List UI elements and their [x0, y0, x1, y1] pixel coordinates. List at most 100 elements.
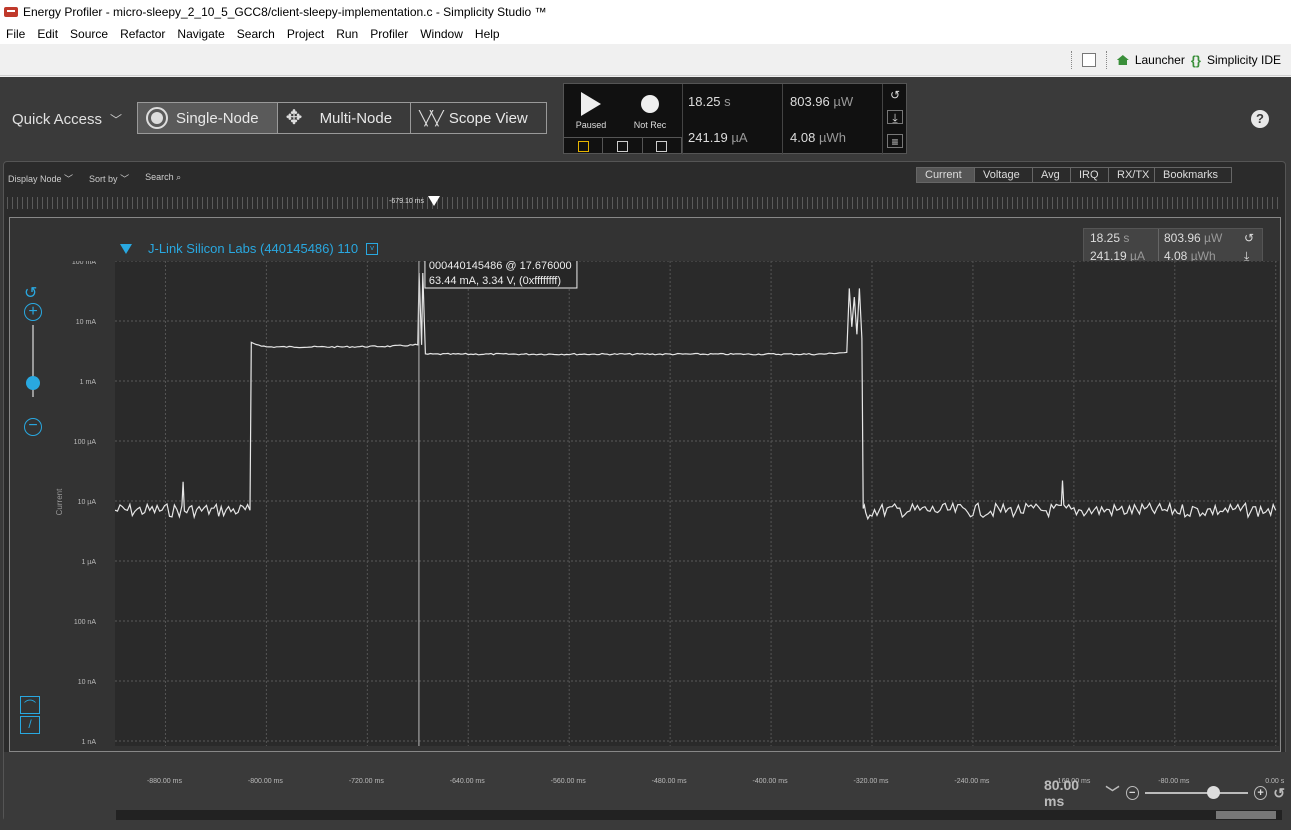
main-toolbar: Launcher {} Simplicity IDE [0, 44, 1291, 76]
reset-zoom-button[interactable]: ↺ [1273, 785, 1285, 802]
reset-zoom-icon[interactable]: ↺ [24, 283, 37, 303]
menu-profiler[interactable]: Profiler [364, 27, 414, 41]
node-name: J-Link Silicon Labs (440145486) 110 [148, 241, 359, 256]
sort-by-dropdown[interactable]: Sort by ﹀ [89, 172, 129, 185]
play-button[interactable]: Paused [574, 92, 608, 130]
zoom-out-button[interactable]: − [1125, 786, 1139, 800]
display-node-dropdown[interactable]: Display Node ﹀ [8, 172, 73, 185]
x-tick-label: -880.00 ms [147, 778, 183, 785]
menu-bar: File Edit Source Refactor Navigate Searc… [0, 24, 1291, 44]
zoom-slider-handle[interactable] [26, 376, 40, 390]
plot-frame: J-Link Silicon Labs (440145486) 110 ˅ 18… [9, 217, 1281, 752]
scope-view-label: Scope View [448, 109, 528, 127]
power-unit: µW [833, 94, 854, 109]
perspective-switcher: Launcher {} Simplicity IDE [1067, 51, 1281, 69]
menu-help[interactable]: Help [469, 27, 506, 41]
capture-control-panel: Paused Not Rec 18.25 s 241.19 µA 803.96 … [563, 83, 907, 155]
node-time: 18.25 s [1090, 231, 1129, 245]
trigger-fall-button[interactable] [642, 137, 682, 154]
current-plot[interactable]: 000440145486 @ 17.676000 63.44 mA, 3.34 V… [115, 261, 1279, 746]
search-button[interactable]: Search ⌕ [145, 172, 181, 185]
horizontal-scrollbar[interactable] [116, 810, 1282, 820]
menu-run[interactable]: Run [330, 27, 364, 41]
divider [682, 84, 683, 155]
tab-current[interactable]: Current [917, 168, 975, 182]
node-options-icon[interactable]: ˅ [366, 242, 379, 255]
horizontal-zoom: 80.00 ms ﹀ − + ↺ [1044, 777, 1285, 809]
toolbar-separator [1105, 51, 1107, 69]
menu-source[interactable]: Source [64, 27, 114, 41]
play-status: Paused [575, 120, 607, 130]
log-scale-icon[interactable]: ⌒ [20, 696, 40, 714]
trigger-rise-button[interactable] [603, 137, 643, 154]
x-tick-label: -480.00 ms [652, 778, 688, 785]
chevron-down-icon: ﹀ [110, 113, 123, 127]
trigger-rising-button[interactable] [564, 137, 604, 154]
divider [782, 84, 783, 155]
menu-navigate[interactable]: Navigate [171, 27, 230, 41]
filter-bar: Display Node ﹀ Sort by ﹀ Search ⌕ [8, 172, 181, 185]
quick-access-dropdown[interactable]: Quick Access ﹀ [12, 111, 122, 128]
x-tick-label: -320.00 ms [853, 778, 889, 785]
vertical-zoom: ↺ + − [24, 283, 44, 443]
tab-avg[interactable]: Avg [1033, 168, 1071, 182]
node-time-unit: s [1123, 231, 1130, 245]
tab-voltage[interactable]: Voltage [975, 168, 1033, 182]
y-tick-label: 1 µA [81, 559, 96, 566]
node-reset-icon[interactable]: ↺ [1244, 231, 1254, 245]
menu-edit[interactable]: Edit [31, 27, 64, 41]
current-plot-svg: 000440145486 @ 17.676000 63.44 mA, 3.34 V… [115, 261, 1279, 746]
tab-bookmarks[interactable]: Bookmarks [1155, 168, 1231, 182]
quick-access-label: Quick Access [12, 111, 103, 128]
ide-icon: {} [1190, 52, 1201, 68]
zoom-out-icon[interactable]: − [24, 418, 42, 436]
record-button[interactable]: Not Rec [632, 92, 668, 130]
multi-node-icon: ✥ [285, 107, 303, 129]
launcher-perspective-button[interactable]: Launcher [1135, 53, 1185, 67]
search-label: Search [145, 172, 174, 182]
marker-label: -679.10 ms [389, 198, 425, 205]
scrollbar-thumb[interactable] [1216, 811, 1276, 819]
chevron-down-icon[interactable]: ﹀ [1106, 783, 1120, 803]
current-trace [115, 272, 1277, 521]
save-icon[interactable]: ⤓ [887, 110, 903, 125]
play-icon [581, 92, 601, 116]
tab-irq[interactable]: IRQ [1071, 168, 1109, 182]
divider [882, 84, 883, 155]
open-perspective-icon[interactable] [1081, 53, 1096, 67]
zoom-slider-knob[interactable] [1206, 786, 1220, 799]
time-marker-handle[interactable] [428, 196, 440, 206]
single-node-button[interactable]: Single-Node [138, 103, 278, 133]
reset-icon[interactable]: ↺ [887, 88, 903, 102]
scope-view-button[interactable]: ╲╱╲╱ Scope View [411, 103, 546, 133]
y-tick-label: 1 nA [82, 739, 97, 746]
title-bar: Energy Profiler - micro-sleepy_2_10_5_GC… [0, 0, 1291, 24]
power-readout: 803.96 µW [790, 94, 853, 109]
menu-file[interactable]: File [0, 27, 31, 41]
linear-scale-icon[interactable]: / [20, 716, 40, 734]
launcher-icon [1116, 55, 1129, 65]
y-tick-label: 100 µA [74, 439, 97, 446]
single-node-icon [146, 107, 168, 129]
zoom-in-icon[interactable]: + [24, 303, 42, 321]
zoom-level[interactable]: 80.00 ms [1044, 777, 1100, 809]
display-node-label: Display Node [8, 174, 62, 184]
multi-node-button[interactable]: ✥ Multi-Node [278, 103, 412, 133]
zoom-in-button[interactable]: + [1254, 786, 1268, 800]
zoom-slider[interactable] [1144, 786, 1249, 799]
collapse-icon[interactable] [120, 243, 132, 254]
x-tick-label: -800.00 ms [248, 778, 284, 785]
menu-project[interactable]: Project [281, 27, 330, 41]
menu-window[interactable]: Window [414, 27, 469, 41]
tab-rxtx[interactable]: RX/TX [1109, 168, 1155, 182]
ide-perspective-button[interactable]: Simplicity IDE [1207, 53, 1281, 67]
time-ruler[interactable] [7, 197, 1282, 209]
node-power-value: 803.96 [1164, 231, 1201, 245]
menu-refactor[interactable]: Refactor [114, 27, 171, 41]
profiler-panel: Display Node ﹀ Sort by ﹀ Search ⌕ Curren… [3, 161, 1287, 822]
list-icon[interactable]: ≡ [887, 134, 903, 149]
help-icon[interactable]: ? [1251, 110, 1269, 128]
menu-search[interactable]: Search [231, 27, 281, 41]
y-tick-label: 10 mA [76, 319, 97, 326]
single-node-label: Single-Node [176, 109, 259, 127]
